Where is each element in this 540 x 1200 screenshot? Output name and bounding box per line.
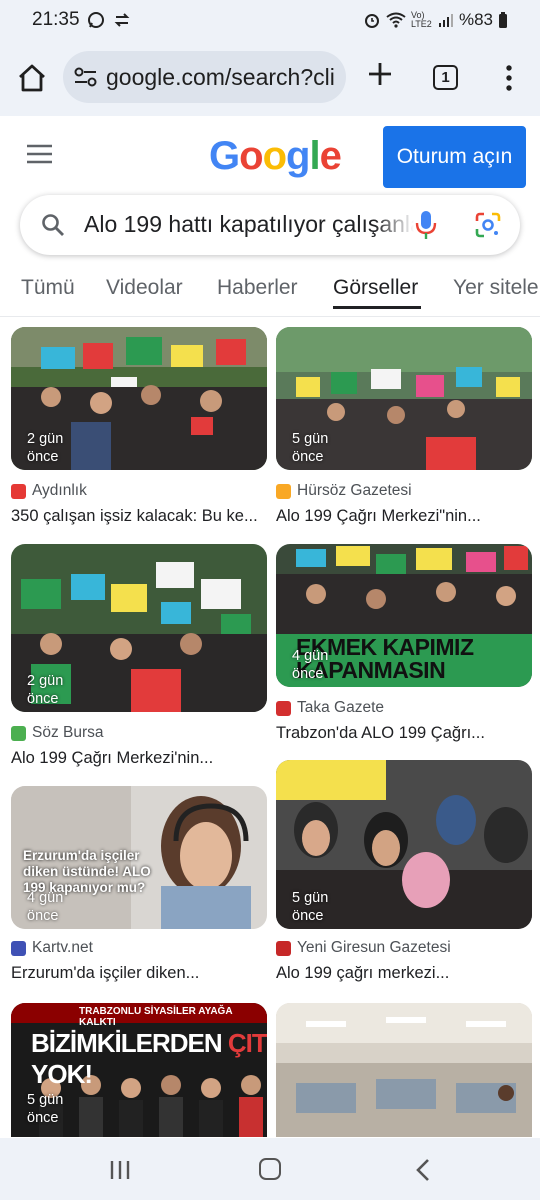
google-logo[interactable]: Google — [209, 134, 342, 179]
tab-images[interactable]: Görseller — [333, 276, 418, 300]
system-navigation-bar — [0, 1138, 540, 1200]
network-type: Vo) LTE2 — [410, 10, 432, 29]
home-icon[interactable] — [17, 64, 47, 92]
sozbursa-favicon-icon — [11, 725, 26, 741]
search-box[interactable]: Alo 199 hattı kapatılıyor çalışanları — [20, 195, 520, 255]
takagazete-favicon-icon — [276, 700, 291, 716]
status-left: 21:35 — [32, 9, 132, 31]
active-tab-indicator — [333, 306, 421, 309]
result-source: Taka Gazete — [276, 699, 384, 717]
result-age: 5 gün önce — [292, 890, 329, 924]
kartv-favicon-icon — [11, 940, 26, 956]
status-right: Vo) LTE2 %83 — [363, 10, 508, 30]
tab-switcher-button[interactable]: 1 — [433, 65, 458, 90]
status-bar: 21:35 Vo) LTE2 %83 — [0, 0, 540, 40]
battery-level: %83 — [458, 10, 493, 29]
result-thumbnail[interactable]: 5 gün önce — [276, 327, 532, 470]
result-title[interactable]: Trabzon'da ALO 199 Çağrı... — [276, 724, 536, 743]
alarm-icon — [364, 14, 379, 28]
site-settings-icon[interactable] — [73, 67, 98, 87]
result-title[interactable]: Alo 199 Çağrı Merkezi"nin... — [276, 507, 536, 526]
search-icon[interactable] — [41, 213, 65, 237]
browser-toolbar: google.com/search?cli 1 — [0, 40, 540, 116]
result-thumbnail[interactable]: Erzurum'da işçiler diken üstünde! ALO 199 … — [11, 786, 267, 929]
image-overlay-headline: TRABZONLU SİYASİLER AYAĞA KALKTI — [79, 1006, 233, 1028]
result-thumbnail[interactable]: 2 gün önce — [11, 544, 267, 712]
office-photo — [276, 1003, 532, 1137]
signal-icon — [438, 14, 453, 27]
divider — [0, 316, 540, 317]
yenigiresun-favicon-icon — [276, 940, 291, 956]
aydinlik-favicon-icon — [11, 483, 26, 499]
hamburger-menu-icon[interactable] — [27, 144, 52, 164]
image-overlay-text: BİZİMKİLERDEN ÇIT YOK! — [31, 1028, 267, 1089]
tab-videos[interactable]: Videolar — [106, 276, 183, 300]
result-source: Kartv.net — [11, 939, 93, 957]
voice-search-icon[interactable] — [415, 210, 437, 240]
result-source: Aydınlık — [11, 482, 87, 500]
result-thumbnail[interactable]: TRABZONLU SİYASİLER AYAĞA KALKTI BİZİMKİ… — [11, 1003, 267, 1137]
search-tabs: Tümü Videolar Haberler Görseller Yer sit… — [0, 268, 540, 314]
clock: 21:35 — [32, 9, 80, 30]
result-source: Söz Bursa — [11, 724, 104, 742]
result-title[interactable]: Alo 199 Çağrı Merkezi'nin... — [11, 749, 271, 768]
google-header: Google Oturum açın — [0, 116, 540, 196]
tab-all[interactable]: Tümü — [21, 276, 75, 300]
result-age: 4 gün önce — [27, 890, 64, 924]
hursoz-favicon-icon — [276, 483, 291, 499]
new-tab-icon[interactable] — [366, 60, 394, 88]
tab-web[interactable]: Yer siteleri — [453, 276, 540, 300]
result-age: 5 gün önce — [27, 1092, 64, 1126]
result-source: Hürsöz Gazetesi — [276, 482, 412, 500]
result-source: Yeni Giresun Gazetesi — [276, 939, 451, 957]
tab-news[interactable]: Haberler — [217, 276, 298, 300]
result-thumbnail[interactable]: 5 gün önce — [276, 760, 532, 929]
home-button-icon[interactable] — [259, 1158, 281, 1180]
google-lens-icon[interactable] — [475, 212, 501, 238]
result-title[interactable]: Alo 199 çağrı merkezi... — [276, 964, 536, 983]
recent-apps-icon[interactable] — [109, 1160, 131, 1180]
result-title[interactable]: 350 çalışan işsiz kalacak: Bu ke... — [11, 507, 271, 526]
sync-icon — [114, 13, 129, 27]
signin-button[interactable]: Oturum açın — [383, 126, 526, 188]
result-age: 5 gün önce — [292, 431, 329, 465]
more-menu-icon[interactable] — [506, 65, 512, 91]
result-age: 2 gün önce — [27, 673, 64, 707]
result-age: 2 gün önce — [27, 431, 64, 465]
search-input[interactable]: Alo 199 hattı kapatılıyor çalışanları — [84, 211, 414, 238]
whatsapp-icon — [87, 12, 104, 28]
result-age: 4 gün önce — [292, 648, 329, 682]
battery-icon — [499, 12, 507, 28]
address-bar[interactable]: google.com/search?cli — [63, 51, 346, 103]
url-text: google.com/search?cli — [106, 63, 335, 90]
result-thumbnail[interactable] — [276, 1003, 532, 1137]
wifi-icon — [386, 12, 406, 28]
result-thumbnail[interactable]: EKMEK KAPIMIZ KAPANMASIN 4 gün önce — [276, 544, 532, 687]
result-title[interactable]: Erzurum'da işçiler diken... — [11, 964, 271, 983]
result-thumbnail[interactable]: 2 gün önce — [11, 327, 267, 470]
back-icon[interactable] — [415, 1158, 431, 1182]
